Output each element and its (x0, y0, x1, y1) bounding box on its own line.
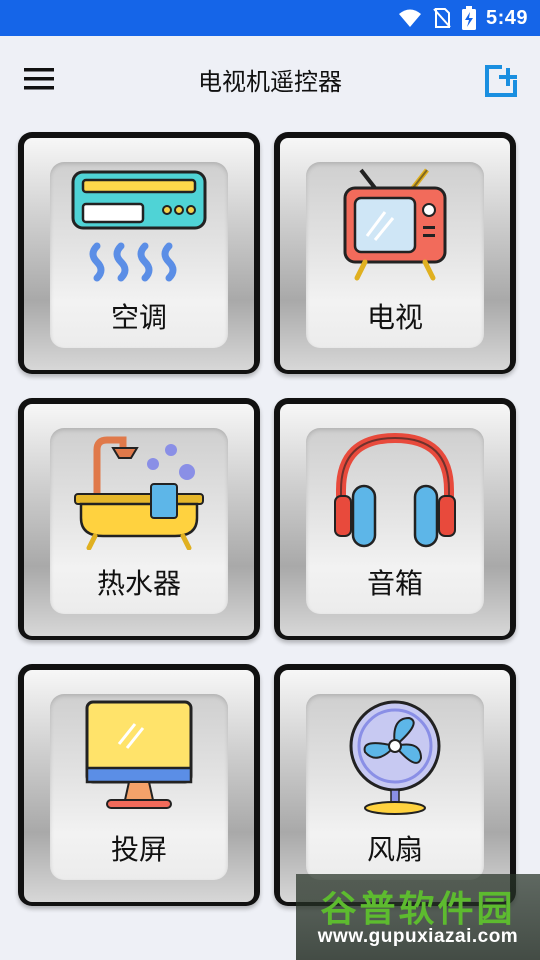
device-tile-water-heater[interactable]: 热水器 (16, 396, 262, 644)
fan-icon (349, 700, 441, 815)
status-bar: 5:49 (0, 0, 540, 36)
water-heater-icon (74, 436, 204, 550)
device-label: 音箱 (366, 567, 423, 600)
device-label: 空调 (110, 301, 167, 334)
page-title: 电视机遥控器 (198, 68, 342, 96)
status-time: 5:49 (485, 6, 528, 29)
device-tile-tv[interactable]: 电视 (272, 130, 518, 378)
device-tile-fan[interactable]: 风扇 (272, 662, 518, 910)
watermark-name: 谷普软件园 (320, 889, 516, 930)
device-label: 投屏 (110, 833, 167, 866)
headphones-speaker-icon (334, 432, 456, 548)
tv-icon (343, 168, 447, 281)
monitor-cast-icon (85, 700, 193, 809)
watermark-url: www.gupuxiazai.com (317, 926, 519, 947)
device-tile-screen-cast[interactable]: 投屏 (16, 662, 262, 910)
wifi-icon (398, 9, 421, 27)
status-icons: 5:49 (398, 0, 528, 36)
device-label: 风扇 (366, 833, 423, 866)
device-label: 热水器 (96, 567, 181, 600)
device-tile-speaker[interactable]: 音箱 (272, 396, 518, 644)
battery-charging-icon (461, 6, 476, 30)
add-remote-icon (485, 65, 517, 97)
add-remote-button[interactable] (484, 64, 518, 98)
device-tile-air-conditioner[interactable]: 空调 (16, 130, 262, 378)
watermark: 谷普软件园 www.gupuxiazai.com (296, 874, 540, 960)
no-sim-icon (433, 8, 451, 28)
app-bar: 电视机遥控器 (0, 36, 540, 122)
device-label: 电视 (366, 301, 423, 334)
air-conditioner-icon (71, 170, 207, 282)
